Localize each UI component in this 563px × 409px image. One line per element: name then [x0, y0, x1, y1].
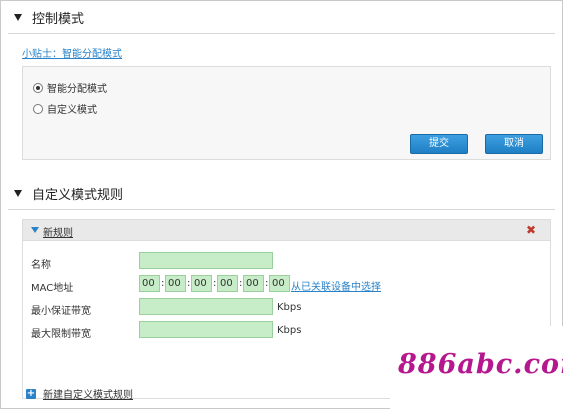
custom-rules-header[interactable]: 自定义模式规则: [14, 182, 123, 204]
mac-colon: :: [187, 278, 191, 289]
triangle-down-icon[interactable]: [14, 189, 22, 197]
control-mode-header[interactable]: 控制模式: [14, 6, 84, 28]
max-bandwidth-input[interactable]: [139, 321, 273, 338]
cancel-button[interactable]: 取消: [485, 134, 543, 154]
max-bandwidth-label: 最大限制带宽: [31, 329, 91, 340]
rule-header[interactable]: 新规则 ✖: [23, 220, 550, 241]
custom-rules-title: 自定义模式规则: [32, 187, 124, 203]
radio-custom-mode[interactable]: 自定义模式: [33, 101, 97, 116]
submit-button[interactable]: 提交: [410, 134, 468, 154]
tip-link[interactable]: 小贴士：智能分配模式: [22, 45, 122, 60]
name-label: 名称: [31, 260, 51, 271]
rule-title[interactable]: 新规则: [43, 224, 73, 239]
unit-label: Kbps: [277, 302, 302, 313]
mac-segment-6[interactable]: 00: [269, 275, 290, 292]
mac-segment-4[interactable]: 00: [217, 275, 238, 292]
control-mode-title: 控制模式: [32, 11, 85, 27]
mac-colon: :: [213, 278, 217, 289]
mac-segment-5[interactable]: 00: [243, 275, 264, 292]
divider: [8, 209, 555, 210]
mac-segment-1[interactable]: 00: [139, 275, 160, 292]
radio-selected-icon[interactable]: [33, 82, 43, 93]
mac-label: MAC地址: [31, 283, 74, 294]
mac-segment-2[interactable]: 00: [165, 275, 186, 292]
select-device-link[interactable]: 从已关联设备中选择: [291, 278, 381, 293]
add-rule-link[interactable]: + 新建自定义模式规则: [26, 386, 133, 401]
mac-segment-3[interactable]: 00: [191, 275, 212, 292]
mac-colon: :: [265, 278, 269, 289]
watermark-text: 886abc.com: [398, 349, 563, 380]
radio-smart-mode[interactable]: 智能分配模式: [33, 80, 107, 95]
name-input[interactable]: [139, 252, 273, 269]
add-rule-label[interactable]: 新建自定义模式规则: [43, 386, 133, 401]
min-bandwidth-input[interactable]: [139, 298, 273, 315]
unit-label: Kbps: [277, 325, 302, 336]
close-icon[interactable]: ✖: [526, 223, 536, 237]
radio-unselected-icon[interactable]: [33, 103, 43, 114]
mac-colon: :: [161, 278, 165, 289]
mac-colon: :: [239, 278, 243, 289]
min-bandwidth-label: 最小保证带宽: [31, 306, 91, 317]
divider: [8, 33, 555, 34]
radio-label: 自定义模式: [47, 105, 97, 116]
triangle-down-icon[interactable]: [14, 13, 22, 21]
radio-label: 智能分配模式: [47, 84, 107, 95]
triangle-down-blue-icon[interactable]: [31, 227, 39, 233]
plus-icon[interactable]: +: [26, 388, 36, 399]
mode-options-panel: 智能分配模式 自定义模式 提交 取消: [22, 66, 551, 160]
